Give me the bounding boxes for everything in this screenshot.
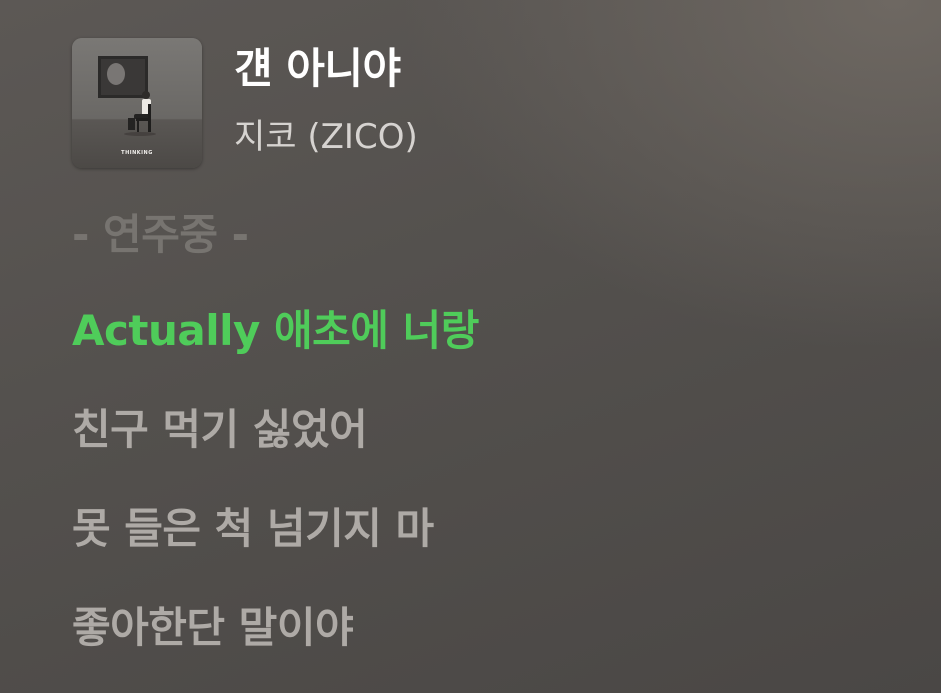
album-art-image (72, 38, 202, 168)
song-title: 걘 아니야 (234, 44, 401, 93)
lyric-line[interactable]: 좋아한단 말이야 (72, 607, 354, 649)
album-art-label: THINKING (121, 150, 153, 156)
lyric-line-active[interactable]: Actually 애초에 너랑 (72, 310, 479, 352)
now-playing-header: THINKING 걘 아니야 지코 (ZICO) (72, 38, 418, 168)
lyric-instrumental: - 연주중 - (72, 210, 249, 259)
album-art[interactable]: THINKING (72, 38, 202, 168)
artist-name[interactable]: 지코 (ZICO) (234, 120, 418, 154)
track-info: 걘 아니야 지코 (ZICO) (234, 38, 418, 155)
lyric-line[interactable]: 친구 먹기 싫었어 (72, 409, 368, 451)
lyric-line[interactable]: 못 들은 척 넘기지 마 (72, 508, 434, 550)
